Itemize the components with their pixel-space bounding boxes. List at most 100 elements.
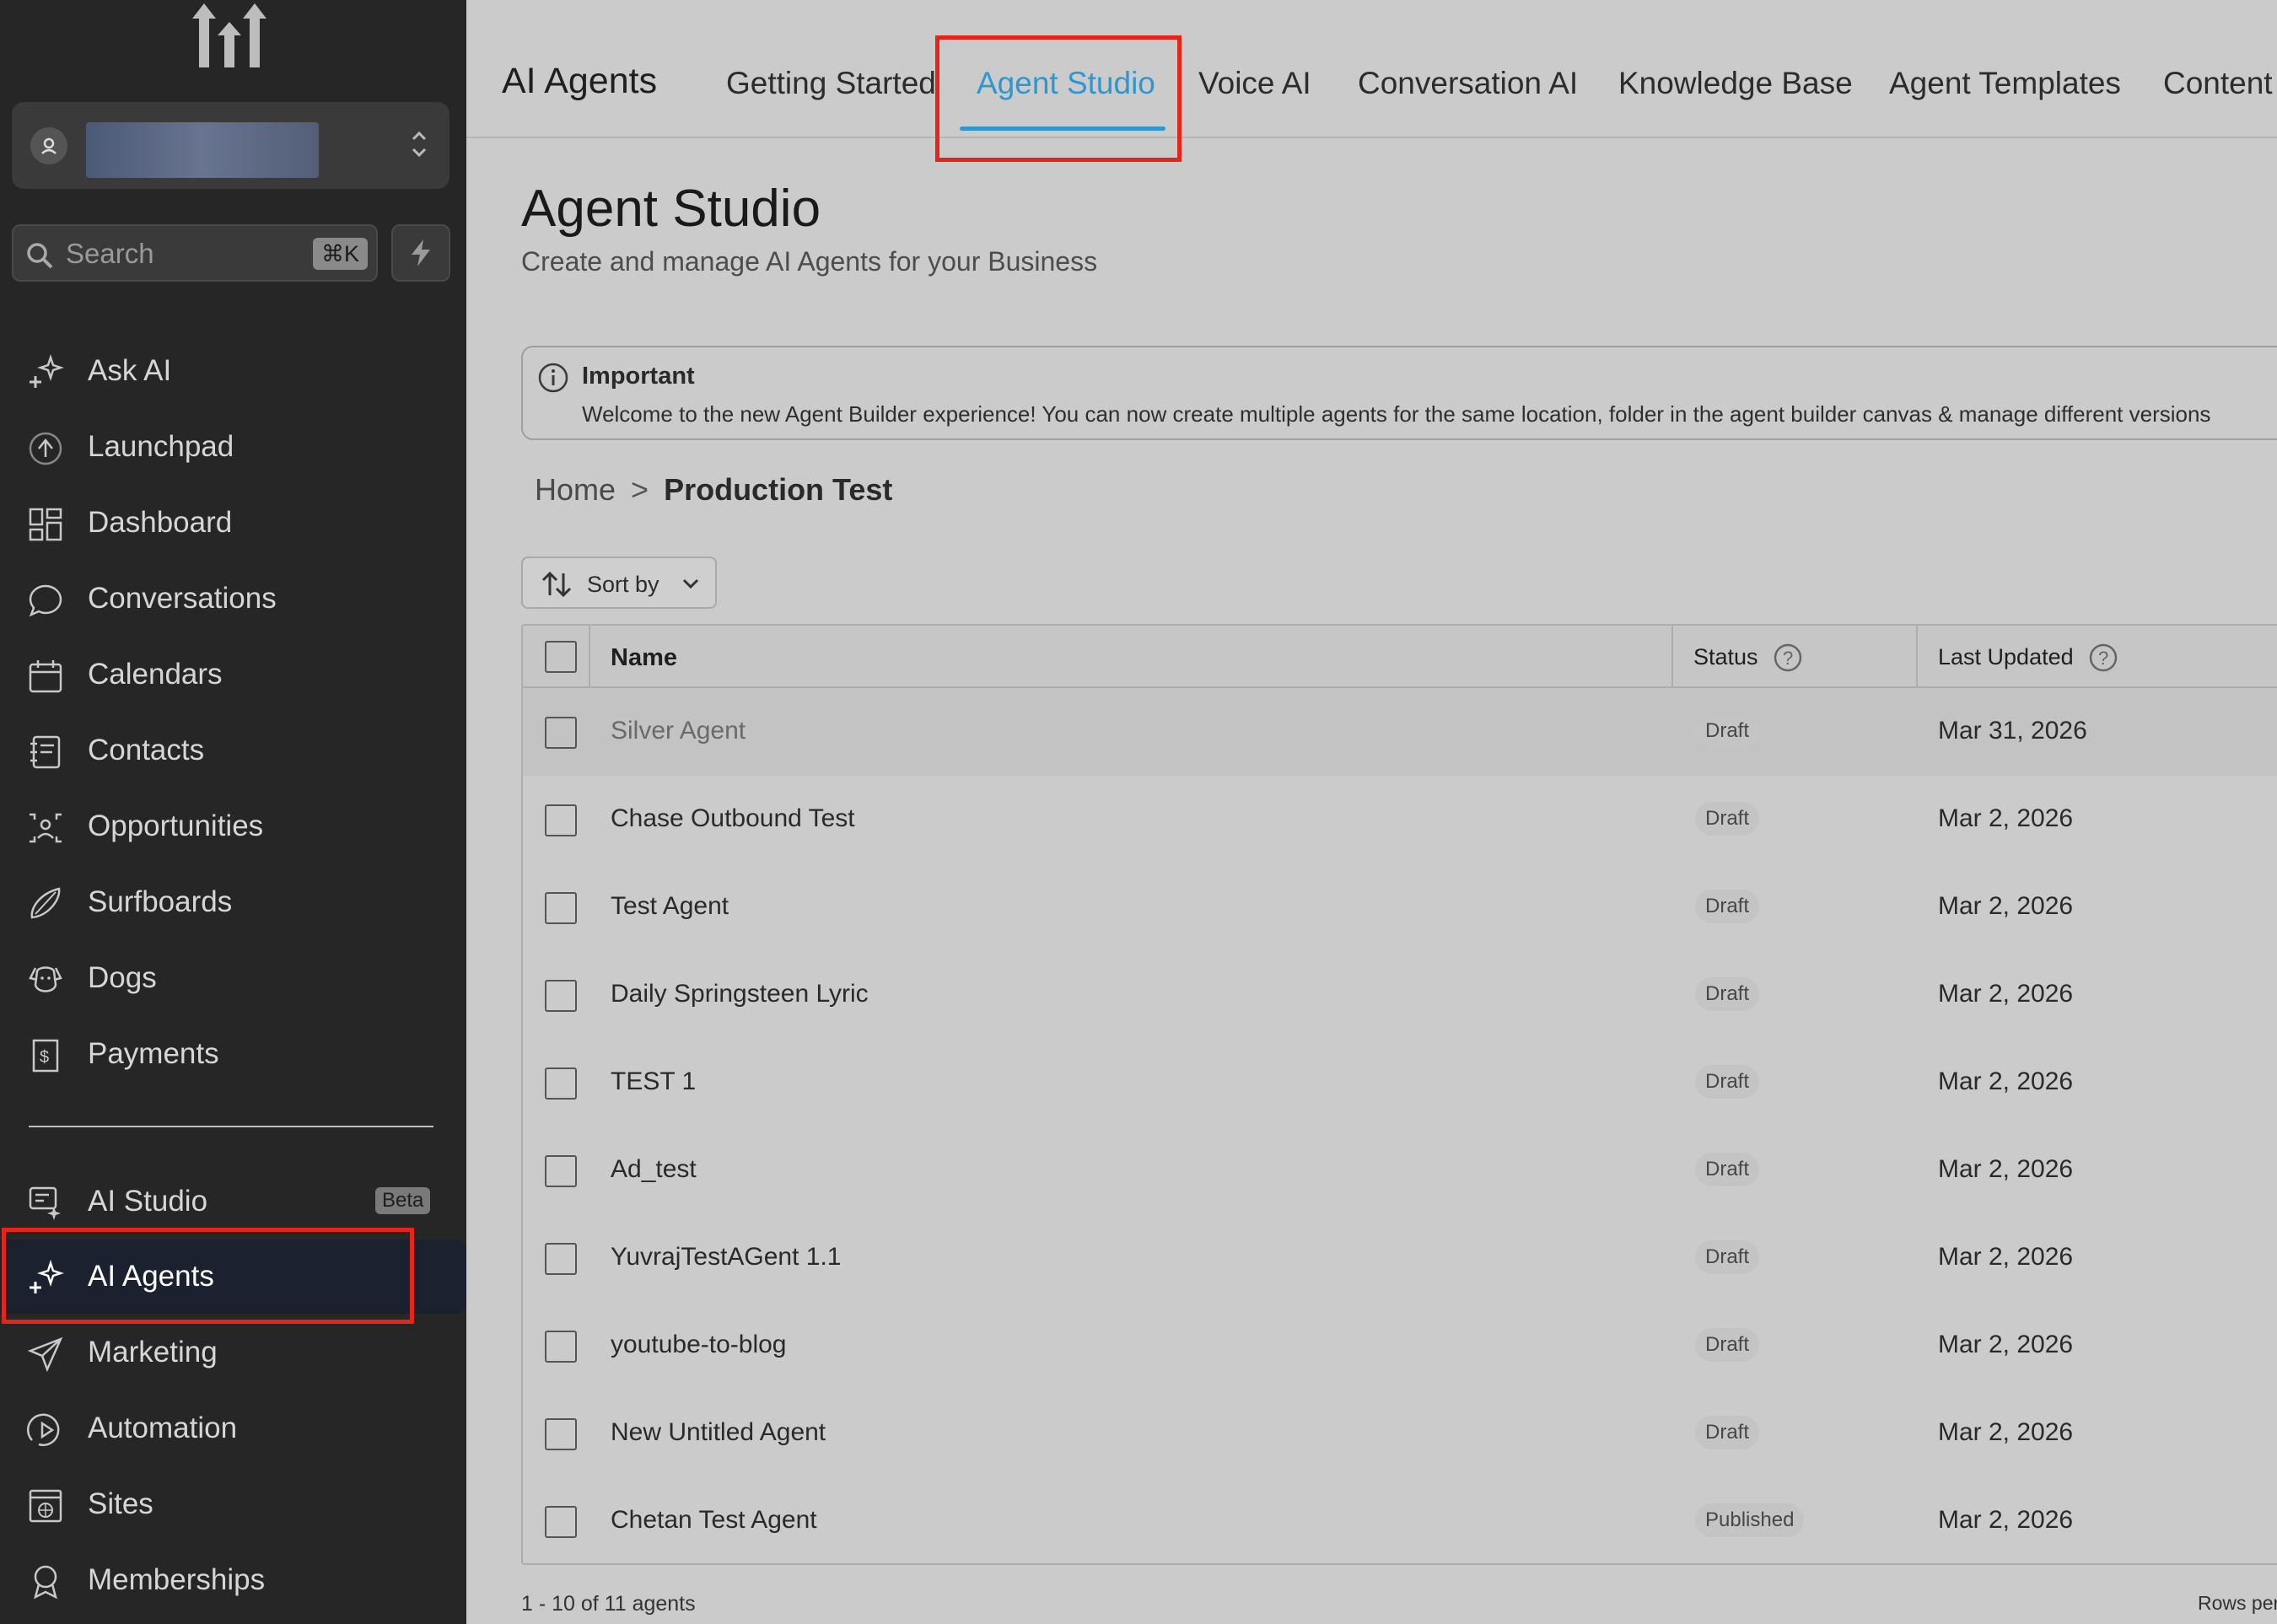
agent-name[interactable]: TEST 1	[611, 1067, 696, 1096]
sidebar-item-label: Surfboards	[88, 885, 233, 918]
last-updated: Mar 2, 2026	[1938, 892, 2074, 920]
sidebar-item-memberships[interactable]: Memberships	[0, 1546, 466, 1614]
table-row[interactable]: Daily Springsteen Lyric Draft Mar 2, 202…	[523, 951, 2277, 1039]
tab-voice-ai[interactable]: Voice AI	[1198, 66, 1311, 101]
table-row[interactable]: New Untitled Agent Draft Mar 2, 2026	[523, 1390, 2277, 1477]
app-logo-icon[interactable]	[187, 0, 272, 71]
calendar-icon	[29, 660, 62, 693]
last-updated: Mar 2, 2026	[1938, 1418, 2074, 1446]
agent-name[interactable]: Ad_test	[611, 1155, 697, 1184]
search-input[interactable]: Search ⌘K	[12, 224, 378, 282]
row-checkbox[interactable]	[545, 980, 577, 1012]
beta-badge: Beta	[375, 1187, 431, 1214]
payments-icon: $	[32, 1039, 59, 1073]
agent-name[interactable]: YuvrajTestAGent 1.1	[611, 1243, 842, 1272]
sidebar-item-sites[interactable]: Sites	[0, 1471, 466, 1538]
row-checkbox[interactable]	[545, 1331, 577, 1363]
page-subtitle: Create and manage AI Agents for your Bus…	[521, 246, 1098, 277]
sidebar-item-payments[interactable]: $ Payments	[0, 1020, 466, 1088]
table-row[interactable]: YuvrajTestAGent 1.1 Draft Mar 2, 2026	[523, 1214, 2277, 1302]
table-row[interactable]: TEST 1 Draft Mar 2, 2026	[523, 1039, 2277, 1127]
row-checkbox[interactable]	[545, 1155, 577, 1187]
row-checkbox[interactable]	[545, 1243, 577, 1275]
breadcrumb: Home > Production Test	[535, 472, 892, 508]
table-row[interactable]: Chase Outbound Test Draft Mar 2, 2026	[523, 776, 2277, 863]
row-checkbox[interactable]	[545, 1067, 577, 1100]
sort-by-button[interactable]: Sort by	[521, 557, 717, 609]
status-badge: Draft	[1695, 1153, 1760, 1186]
sidebar-item-opportunities[interactable]: Opportunities	[0, 793, 466, 860]
agent-name[interactable]: Test Agent	[611, 892, 729, 921]
status-badge: Draft	[1695, 977, 1760, 1011]
quick-actions-button[interactable]	[391, 224, 450, 282]
last-updated: Mar 2, 2026	[1938, 1155, 2074, 1183]
agent-name[interactable]: Chetan Test Agent	[611, 1506, 817, 1535]
sidebar-item-conversations[interactable]: Conversations	[0, 565, 466, 632]
tab-agent-templates[interactable]: Agent Templates	[1889, 66, 2121, 101]
row-checkbox[interactable]	[545, 717, 577, 749]
contacts-icon	[30, 735, 61, 769]
surfboard-icon	[30, 887, 61, 919]
row-checkbox[interactable]	[545, 892, 577, 924]
row-checkbox[interactable]	[545, 1418, 577, 1450]
app-title: AI Agents	[502, 61, 658, 101]
agent-name[interactable]: Daily Springsteen Lyric	[611, 980, 869, 1008]
sidebar-item-surfboards[interactable]: Surfboards	[0, 868, 466, 936]
column-header-name[interactable]: Name	[611, 644, 677, 672]
sidebar-item-marketing[interactable]: Marketing	[0, 1319, 466, 1386]
sidebar-item-label: Memberships	[88, 1563, 266, 1596]
sidebar-item-ask-ai[interactable]: Ask AI	[0, 337, 466, 405]
sidebar-item-launchpad[interactable]: Launchpad	[0, 413, 466, 481]
account-switcher[interactable]	[12, 102, 449, 189]
notice-title: Important	[582, 363, 695, 390]
tab-knowledge-base[interactable]: Knowledge Base	[1618, 66, 1853, 101]
column-header-last-updated[interactable]: Last Updated	[1938, 644, 2074, 670]
badge-icon	[34, 1565, 57, 1600]
last-updated: Mar 31, 2026	[1938, 717, 2087, 745]
select-all-checkbox[interactable]	[545, 641, 577, 673]
sidebar-item-label: Marketing	[88, 1336, 218, 1369]
row-checkbox[interactable]	[545, 1506, 577, 1538]
dog-icon	[29, 966, 62, 992]
tab-content-ai[interactable]: Content AI	[2163, 66, 2277, 101]
row-checkbox[interactable]	[545, 804, 577, 836]
svg-text:?: ?	[1783, 648, 1793, 669]
tab-conversation-ai[interactable]: Conversation AI	[1358, 66, 1578, 101]
agent-name[interactable]: New Untitled Agent	[611, 1418, 826, 1447]
agent-name[interactable]: youtube-to-blog	[611, 1331, 786, 1359]
sidebar-item-automation[interactable]: Automation	[0, 1395, 466, 1462]
agent-name[interactable]: Chase Outbound Test	[611, 804, 855, 833]
agent-name[interactable]: Silver Agent	[611, 717, 746, 745]
svg-text:?: ?	[2098, 648, 2108, 669]
status-badge: Published	[1695, 1503, 1805, 1537]
send-icon	[27, 1336, 63, 1373]
help-icon[interactable]: ?	[2088, 643, 2118, 673]
table-row[interactable]: youtube-to-blog Draft Mar 2, 2026	[523, 1302, 2277, 1390]
column-divider	[1916, 626, 1918, 688]
sidebar-item-contacts[interactable]: Contacts	[0, 717, 466, 784]
help-icon[interactable]: ?	[1773, 643, 1803, 673]
sidebar-item-dogs[interactable]: Dogs	[0, 944, 466, 1012]
status-badge: Draft	[1695, 714, 1760, 748]
sidebar-divider	[29, 1126, 433, 1127]
table-row[interactable]: Test Agent Draft Mar 2, 2026	[523, 863, 2277, 951]
table-row[interactable]: Silver Agent Draft Mar 31, 2026	[523, 688, 2277, 776]
highlight-box	[2, 1228, 414, 1324]
tab-getting-started[interactable]: Getting Started	[726, 66, 936, 101]
rocket-icon	[29, 432, 62, 465]
status-badge: Draft	[1695, 802, 1760, 836]
search-icon	[27, 243, 53, 269]
sidebar-item-calendars[interactable]: Calendars	[0, 641, 466, 708]
sidebar-item-label: Automation	[88, 1412, 238, 1444]
account-name-redacted	[86, 122, 319, 178]
sidebar-item-dashboard[interactable]: Dashboard	[0, 489, 466, 557]
breadcrumb-home[interactable]: Home	[535, 472, 616, 507]
column-header-status[interactable]: Status	[1693, 644, 1758, 670]
dashboard-icon	[29, 508, 62, 541]
search-shortcut: ⌘K	[312, 238, 368, 270]
page-title: Agent Studio	[521, 180, 821, 238]
table-row[interactable]: Ad_test Draft Mar 2, 2026	[523, 1127, 2277, 1214]
sort-by-label: Sort by	[587, 572, 659, 597]
table-row[interactable]: Chetan Test Agent Published Mar 2, 2026	[523, 1477, 2277, 1563]
ai-studio-icon	[29, 1186, 61, 1220]
